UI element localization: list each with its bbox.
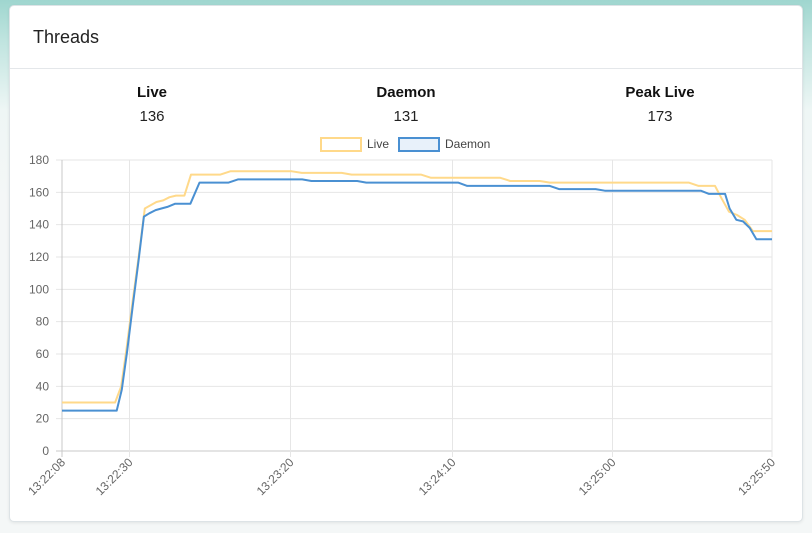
- chart-series: [62, 170, 772, 412]
- legend-label: Daemon: [445, 137, 490, 151]
- x-tick-label: 13:22:08: [25, 455, 68, 498]
- legend-swatch: [320, 137, 362, 152]
- series-line-daemon: [62, 178, 772, 412]
- y-tick-label: 100: [29, 282, 49, 296]
- chart-legend: Live Daemon: [320, 137, 490, 152]
- x-tick-label: 13:25:50: [735, 455, 778, 498]
- y-tick-label: 60: [36, 347, 50, 361]
- x-tick-label: 13:24:10: [416, 455, 459, 498]
- chart-grid: [56, 159, 773, 457]
- threads-line-chart: 0 20 40 60 80 100 120 140 160 180 13:22:08 13:22:3…: [25, 137, 778, 498]
- legend-item-daemon: Daemon: [398, 137, 490, 152]
- y-tick-label: 20: [36, 412, 50, 426]
- legend-item-live: Live: [320, 137, 389, 152]
- x-tick-label: 13:25:00: [576, 455, 619, 498]
- legend-swatch: [398, 137, 440, 152]
- legend-label: Live: [367, 137, 389, 151]
- y-tick-label: 120: [29, 250, 49, 264]
- y-tick-label: 0: [42, 444, 49, 458]
- y-tick-label: 40: [36, 379, 50, 393]
- y-tick-label: 160: [29, 185, 49, 199]
- y-tick-label: 80: [36, 315, 50, 329]
- y-axis-ticks: 0 20 40 60 80 100 120 140 160 180: [29, 153, 49, 458]
- x-axis-ticks: 13:22:08 13:22:30 13:23:20 13:24:10 13:25:00…: [25, 455, 778, 498]
- x-tick-label: 13:23:20: [254, 455, 297, 498]
- x-tick-label: 13:22:30: [93, 455, 136, 498]
- y-tick-label: 140: [29, 218, 49, 232]
- y-tick-label: 180: [29, 153, 49, 167]
